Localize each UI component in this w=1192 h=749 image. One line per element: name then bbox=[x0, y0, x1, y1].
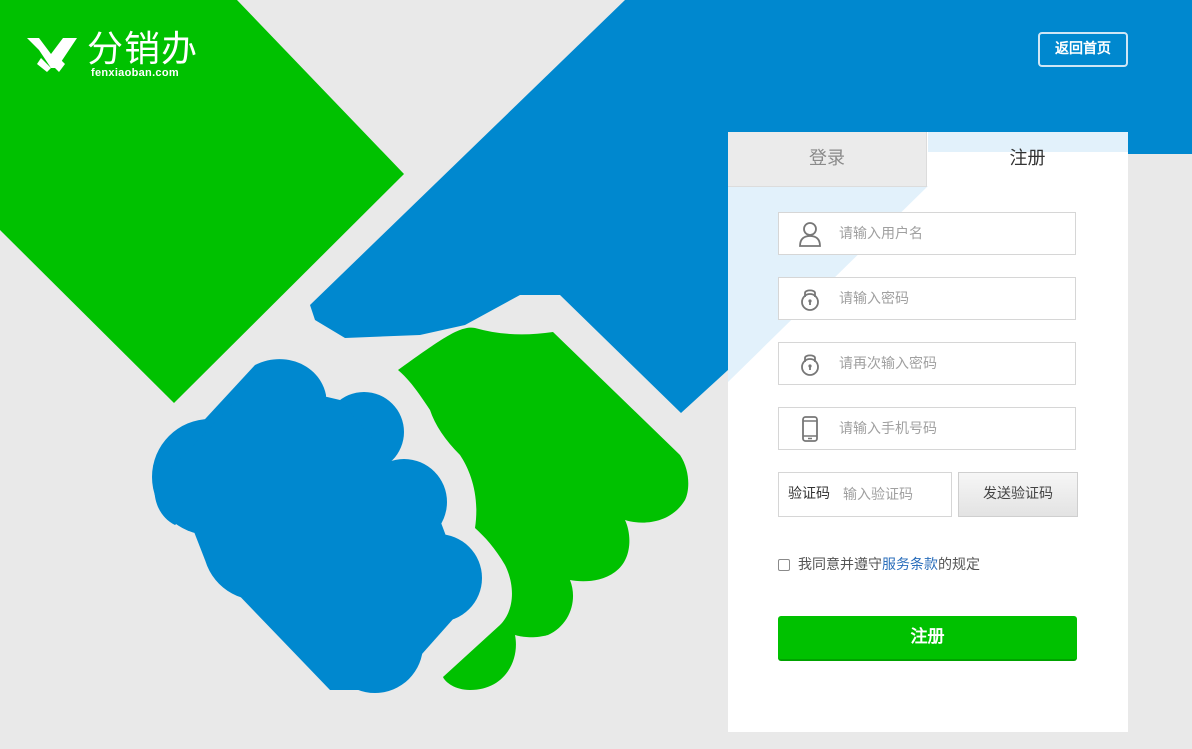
send-code-button[interactable]: 发送验证码 bbox=[958, 472, 1078, 517]
phone-input[interactable] bbox=[839, 408, 1069, 449]
username-input[interactable] bbox=[839, 213, 1069, 254]
verify-code-input[interactable] bbox=[843, 473, 947, 516]
auth-panel: 登录 注册 请输入用户名 请输入手机号码 验证码 输入验证码 发送验证码 我同意… bbox=[728, 132, 1128, 732]
handshake-logo-icon bbox=[27, 38, 77, 72]
phone-field bbox=[778, 407, 1076, 450]
return-home-button[interactable]: 返回首页 bbox=[1038, 32, 1128, 67]
terms-link[interactable]: 服务条款 bbox=[882, 557, 938, 573]
lock-icon bbox=[801, 354, 819, 376]
password-input[interactable] bbox=[839, 278, 1069, 319]
brand-name: 分销办 bbox=[87, 29, 199, 70]
verify-code-label: 验证码 bbox=[788, 486, 830, 502]
register-submit-button[interactable]: 注册 bbox=[778, 616, 1077, 661]
tab-login[interactable]: 登录 bbox=[728, 132, 927, 187]
tab-register[interactable]: 注册 bbox=[927, 132, 1128, 186]
agreement-prefix: 我同意并遵守 bbox=[798, 557, 882, 573]
brand-logo[interactable]: 分销办 fenxiaoban.com bbox=[27, 30, 207, 80]
password-confirm-field bbox=[778, 342, 1076, 385]
agreement-suffix: 的规定 bbox=[938, 557, 980, 573]
agreement-checkbox[interactable] bbox=[778, 559, 790, 571]
user-icon bbox=[799, 222, 821, 247]
password-confirm-input[interactable] bbox=[839, 343, 1069, 384]
lock-icon bbox=[801, 289, 819, 311]
verify-code-field: 验证码 bbox=[778, 472, 952, 517]
username-field bbox=[778, 212, 1076, 255]
brand-domain: fenxiaoban.com bbox=[91, 67, 179, 79]
password-field bbox=[778, 277, 1076, 320]
agreement-text: 我同意并遵守服务条款的规定 bbox=[798, 556, 980, 574]
phone-icon bbox=[802, 416, 818, 442]
